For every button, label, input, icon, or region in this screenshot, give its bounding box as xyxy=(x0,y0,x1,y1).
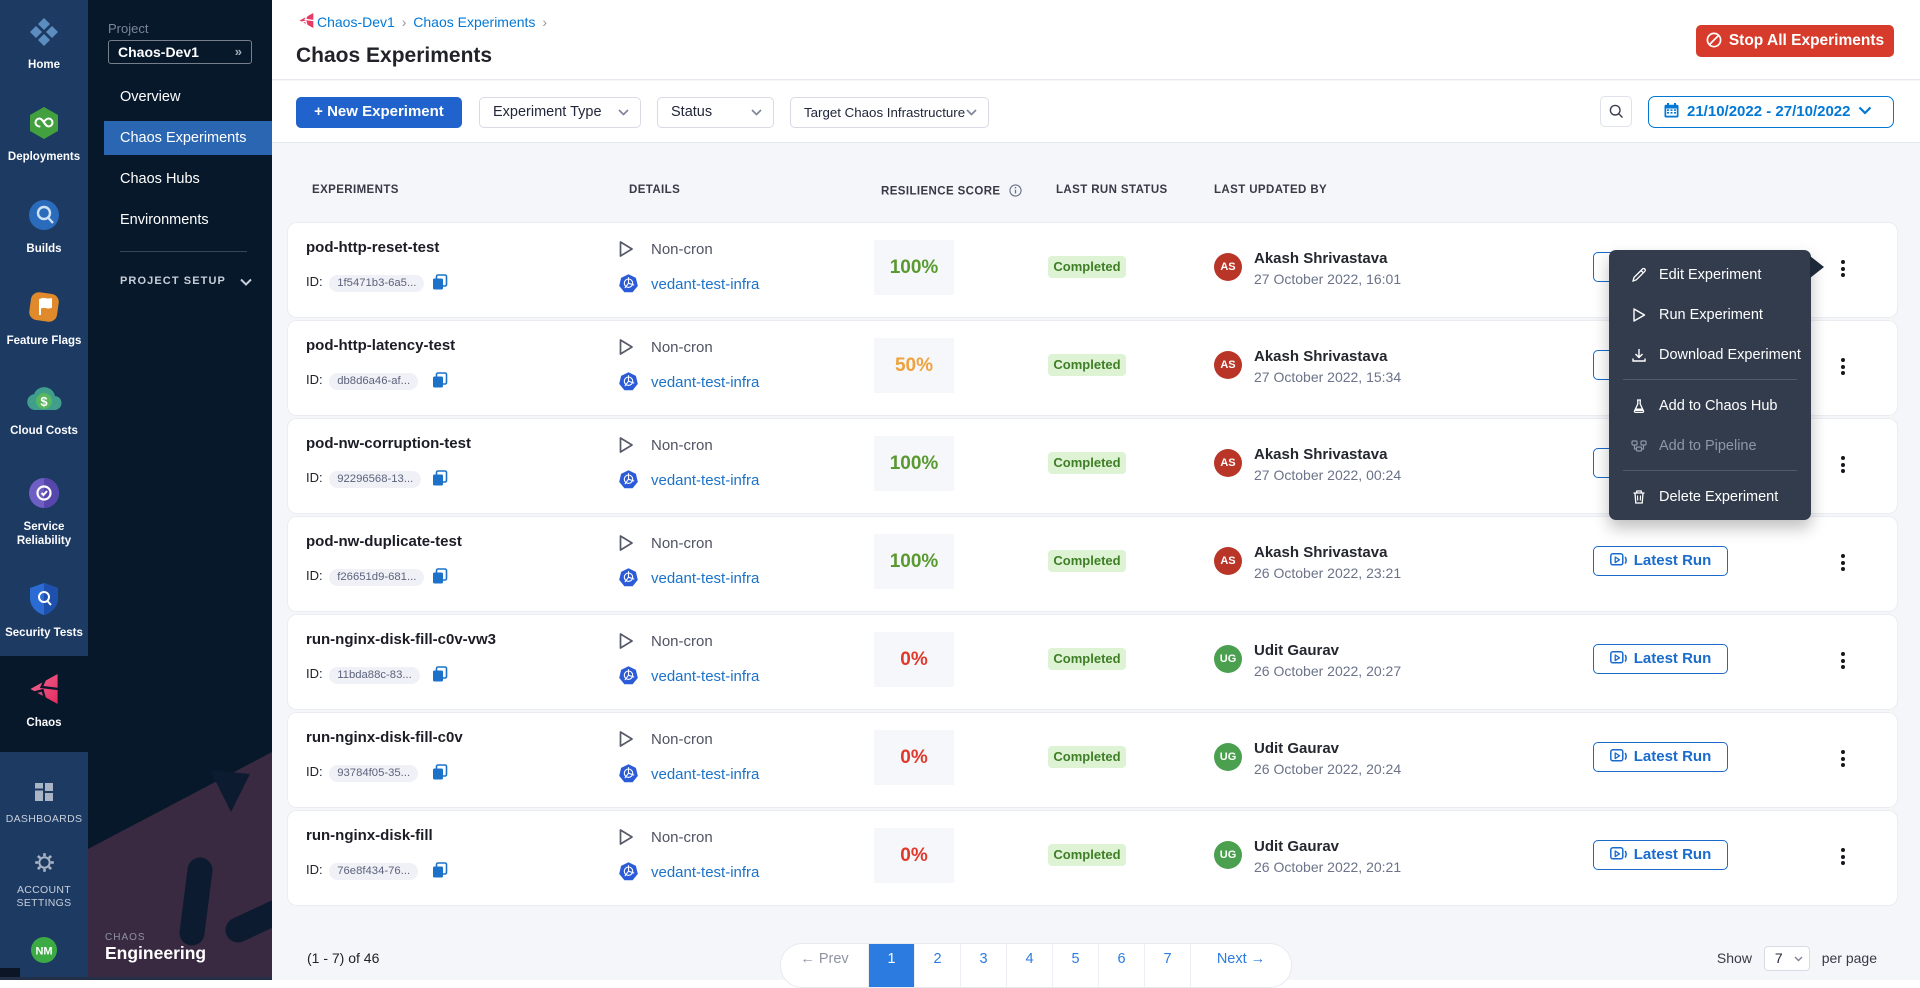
svg-text:NM: NM xyxy=(35,946,52,958)
svg-text:$: $ xyxy=(40,394,48,409)
